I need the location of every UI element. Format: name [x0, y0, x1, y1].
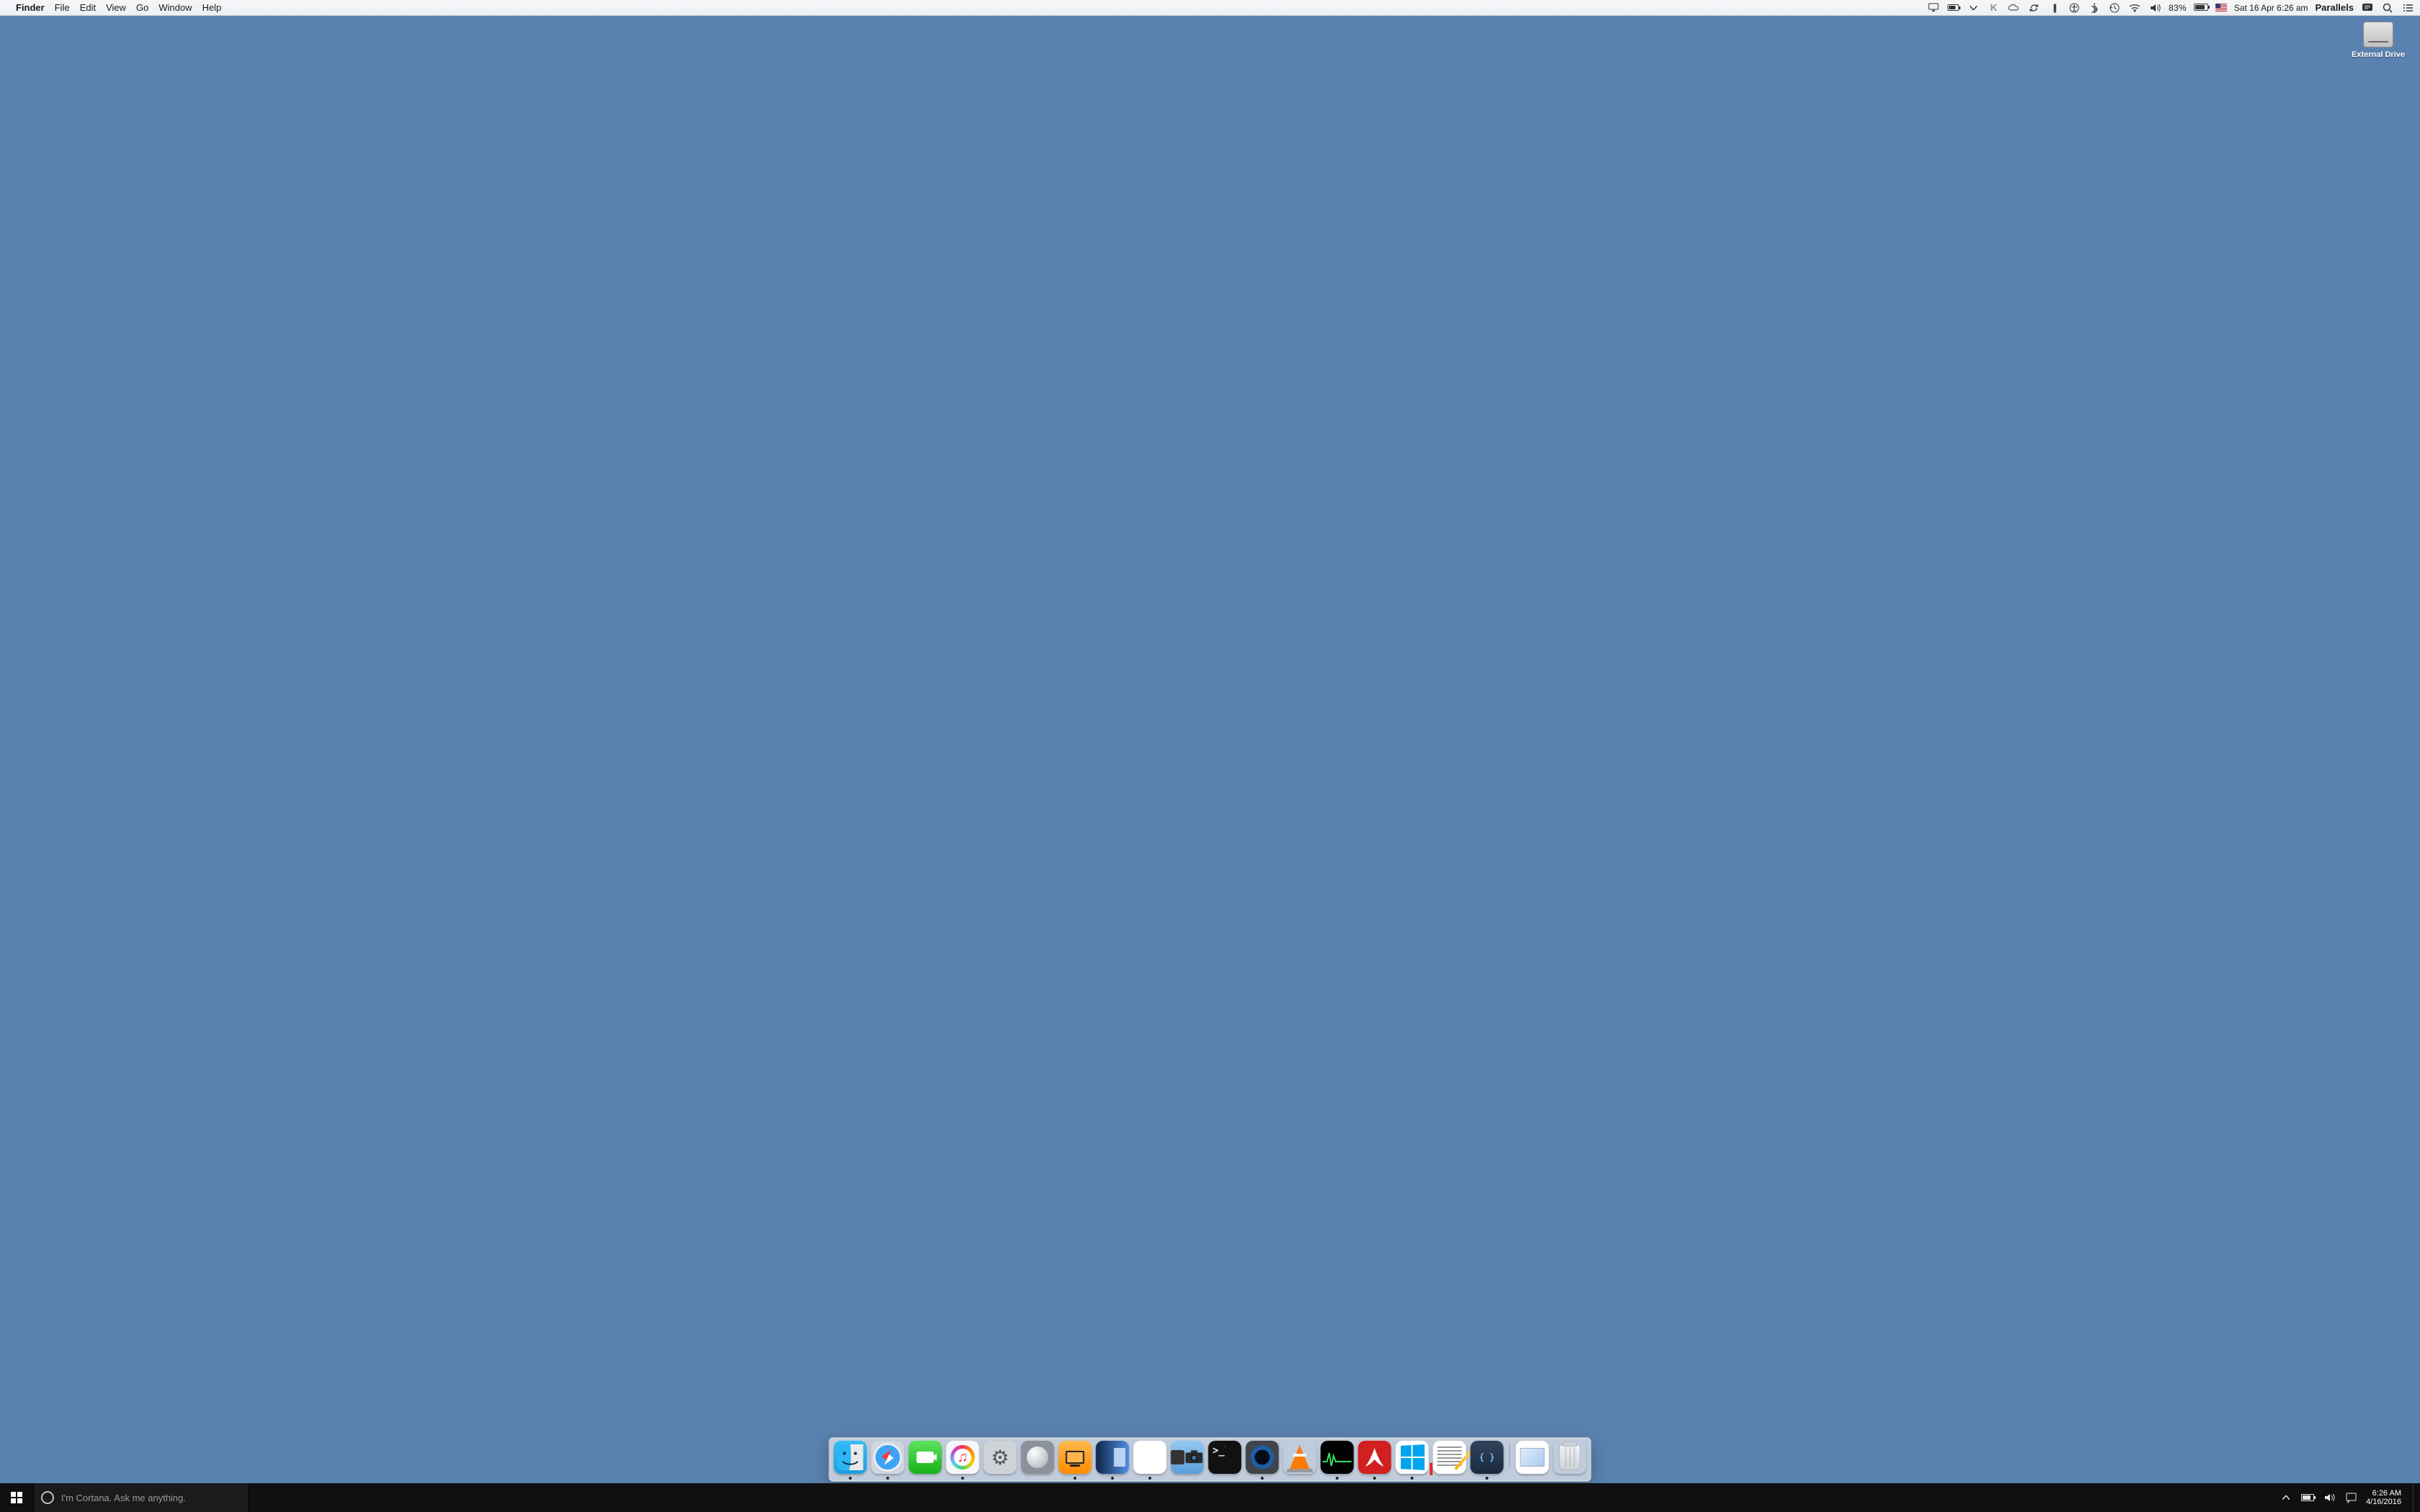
menu-help[interactable]: Help [202, 2, 222, 13]
bluetooth-icon[interactable] [2088, 1, 2101, 14]
dock-app-finder[interactable] [834, 1441, 867, 1474]
taskbar-clock[interactable]: 6:26 AM 4/16/2016 [2366, 1489, 2404, 1506]
system-tray: 6:26 AM 4/16/2016 [2277, 1483, 2420, 1512]
dock-app-itunes[interactable]: ♫ [946, 1441, 980, 1474]
show-desktop-button[interactable] [2413, 1483, 2417, 1512]
creative-cloud-icon[interactable] [2007, 1, 2020, 14]
airplay-audio-icon[interactable] [1927, 1, 1940, 14]
desktop-icon-external-drive[interactable]: External Drive [2349, 22, 2407, 59]
tray-volume-icon[interactable] [2323, 1491, 2336, 1504]
dock-app-quicktime[interactable] [1246, 1441, 1279, 1474]
dock-app-launchpad[interactable] [1021, 1441, 1054, 1474]
parallels-badge-icon: || [1428, 1458, 1431, 1477]
menu-window[interactable]: Window [158, 2, 192, 13]
spotlight-icon[interactable] [2381, 1, 2394, 14]
dock-app-terminal[interactable]: >_ [1209, 1441, 1242, 1474]
menu-go[interactable]: Go [136, 2, 148, 13]
dock-app-vlc[interactable] [1283, 1441, 1317, 1474]
dock-app-safari[interactable] [871, 1441, 905, 1474]
menu-list-icon[interactable] [2401, 1, 2414, 14]
k-menu-icon[interactable]: K [1987, 1, 2000, 14]
battery-percent-text[interactable]: 83% [2169, 3, 2187, 13]
tray-overflow-chevron-icon[interactable] [2280, 1491, 2293, 1504]
dock-app-parallels-control-center[interactable] [1096, 1441, 1129, 1474]
windows-taskbar: I'm Cortana. Ask me anything. 6:26 AM 4/… [0, 1483, 2420, 1512]
input-source-us-flag-icon[interactable] [2215, 4, 2227, 12]
dock-app-windows-10-vm[interactable]: || [1396, 1441, 1429, 1474]
menu-file[interactable]: File [55, 2, 70, 13]
cortana-placeholder: I'm Cortana. Ask me anything. [61, 1493, 186, 1503]
windows-logo-icon [11, 1492, 22, 1503]
dock-app-facetime[interactable] [909, 1441, 942, 1474]
cortana-ring-icon [41, 1491, 54, 1504]
taskbar-date: 4/16/2016 [2366, 1498, 2401, 1506]
mac-dock: ♫ ⚙ || >_ || { } [829, 1437, 1592, 1482]
desktop-icon-label: External Drive [2349, 50, 2407, 59]
cortana-search-box[interactable]: I'm Cortana. Ask me anything. [33, 1483, 249, 1512]
mac-menu-bar: Finder File Edit View Go Window Help K |… [0, 0, 2420, 16]
menu-bar-datetime[interactable]: Sat 16 Apr 6:26 am [2234, 3, 2308, 13]
dock-app-parallels-desktop[interactable]: || [1134, 1441, 1167, 1474]
taskbar-time: 6:26 AM [2366, 1489, 2401, 1498]
action-center-icon[interactable] [2344, 1491, 2357, 1504]
menu-view[interactable]: View [106, 2, 126, 13]
start-button[interactable] [0, 1483, 33, 1512]
dock-item-preview-document[interactable] [1516, 1441, 1549, 1474]
parallels-status-icon[interactable]: || [2048, 1, 2061, 14]
dock-app-code-editor[interactable]: { } [1471, 1441, 1504, 1474]
dock-trash[interactable] [1554, 1441, 1587, 1474]
volume-icon[interactable] [2148, 1, 2161, 14]
parallels-menu[interactable]: Parallels [2316, 2, 2354, 13]
dock-app-textedit[interactable] [1433, 1441, 1466, 1474]
sync-icon[interactable] [2027, 1, 2040, 14]
dock-app-adobe-acrobat[interactable] [1358, 1441, 1392, 1474]
dock-app-image-capture[interactable] [1171, 1441, 1204, 1474]
battery-icon[interactable] [2194, 2, 2208, 13]
running-indicator [849, 1477, 852, 1480]
accessibility-status-icon[interactable] [2068, 1, 2081, 14]
dropdown-icon[interactable] [1967, 1, 1980, 14]
active-app-name[interactable]: Finder [16, 2, 45, 13]
wifi-icon[interactable] [2128, 1, 2141, 14]
dock-app-system-preferences[interactable]: ⚙ [984, 1441, 1017, 1474]
tray-battery-icon[interactable] [2301, 1491, 2314, 1504]
hard-drive-icon [2363, 22, 2393, 48]
time-machine-icon[interactable] [2108, 1, 2121, 14]
dock-app-activity-monitor[interactable] [1321, 1441, 1354, 1474]
menu-edit[interactable]: Edit [80, 2, 96, 13]
battery-menu-source-icon[interactable] [1947, 1, 1960, 14]
dock-app-accessibility[interactable] [1059, 1441, 1092, 1474]
messages-menu-icon[interactable] [2361, 1, 2374, 14]
